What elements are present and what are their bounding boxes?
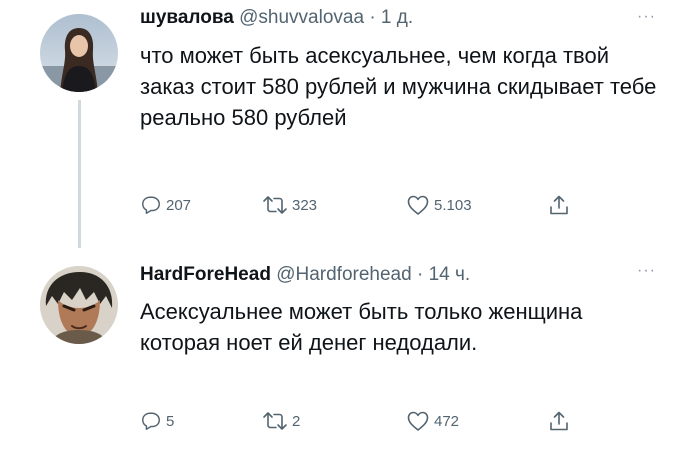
retweet-count: 2 — [292, 412, 301, 430]
reply-icon — [142, 196, 160, 214]
like-count: 5.103 — [434, 196, 472, 214]
tweet-header: шувалова @shuvvalovaa · 1 д. — [140, 7, 413, 29]
tweet[interactable]: HardForeHead @Hardforehead · 14 ч. ··· А… — [0, 240, 700, 466]
retweet-icon — [263, 412, 287, 430]
like-icon — [407, 411, 429, 431]
more-icon[interactable]: ··· — [637, 262, 656, 280]
avatar-photo — [40, 14, 118, 92]
share-icon — [550, 411, 568, 431]
display-name[interactable]: шувалова — [140, 7, 234, 28]
avatar-photo — [40, 266, 118, 344]
avatar[interactable] — [40, 14, 118, 92]
more-icon[interactable]: ··· — [637, 8, 656, 26]
like-icon — [407, 195, 429, 215]
timestamp[interactable]: 14 ч. — [429, 264, 471, 285]
reply-count: 207 — [166, 196, 192, 214]
tweet-text: что может быть асексуальнее, чем когда т… — [140, 43, 657, 130]
reply-icon — [142, 412, 160, 430]
timestamp[interactable]: 1 д. — [381, 7, 413, 28]
like-button[interactable]: 5.103 — [406, 194, 472, 216]
reply-button[interactable]: 5 — [140, 410, 174, 432]
reply-button[interactable]: 207 — [140, 194, 191, 216]
tweet-header: HardForeHead @Hardforehead · 14 ч. — [140, 264, 470, 286]
separator-dot: · — [369, 7, 376, 28]
retweet-icon — [263, 196, 287, 214]
thread-line — [78, 100, 81, 248]
retweet-count: 323 — [292, 196, 318, 214]
retweet-button[interactable]: 2 — [262, 410, 300, 432]
like-button[interactable]: 472 — [406, 410, 459, 432]
avatar[interactable] — [40, 266, 118, 344]
separator-dot: · — [416, 264, 424, 285]
share-button[interactable] — [548, 194, 570, 216]
user-handle[interactable]: @Hardforehead — [276, 264, 411, 285]
user-handle[interactable]: @shuvvalovaa — [239, 7, 364, 28]
share-icon — [550, 195, 568, 215]
like-count: 472 — [434, 412, 460, 430]
tweet-actions: 207 323 5.103 — [140, 194, 600, 224]
tweet[interactable]: шувалова @shuvvalovaa · 1 д. ··· что мож… — [0, 0, 700, 248]
share-button[interactable] — [548, 410, 570, 432]
retweet-button[interactable]: 323 — [262, 194, 317, 216]
tweet-actions: 5 2 472 — [140, 410, 600, 440]
tweet-text: Асексуальнее может быть только женщина к… — [140, 299, 583, 355]
reply-count: 5 — [166, 412, 175, 430]
display-name[interactable]: HardForeHead — [140, 264, 271, 285]
